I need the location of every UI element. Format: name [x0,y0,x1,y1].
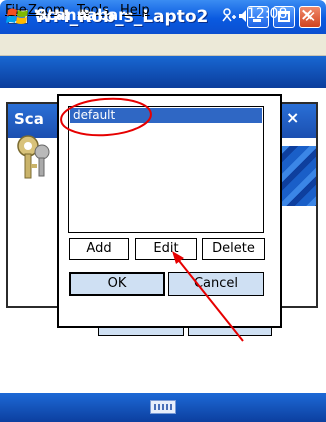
device-app-title: Scannabar [36,6,126,24]
cancel-button[interactable]: Cancel [168,272,264,296]
device-title-bar [0,56,326,88]
keys-icon [17,135,50,179]
delete-button[interactable]: Delete [202,238,265,260]
background-dialog-title: Sca [14,110,44,128]
background-dialog-close-button[interactable]: × [286,108,299,127]
menu-bar [0,34,326,56]
keyboard-icon[interactable] [150,400,176,414]
add-button[interactable]: Add [69,238,129,260]
edit-button[interactable]: Edit [135,238,197,260]
profile-list[interactable] [68,106,264,233]
device-close-button[interactable]: × [300,5,314,25]
clock-time: 12:08 [247,6,288,22]
ok-button[interactable]: OK [69,272,165,296]
list-item-default[interactable]: default [70,108,262,123]
connectivity-icon [222,8,236,22]
speaker-icon [239,10,246,22]
windows-start-icon[interactable] [5,6,31,27]
